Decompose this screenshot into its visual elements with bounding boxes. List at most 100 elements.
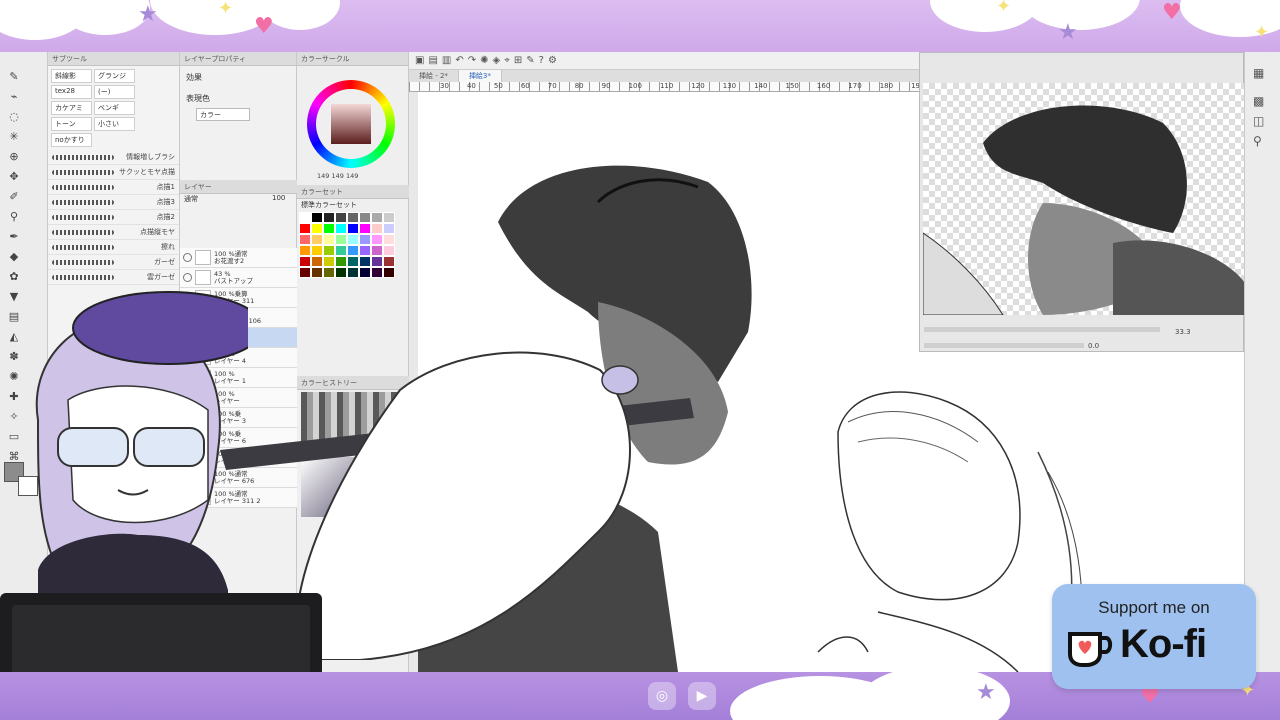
brush-item[interactable]: 点描3: [48, 195, 179, 210]
color-swatch[interactable]: [299, 223, 311, 234]
color-swatch[interactable]: [347, 212, 359, 223]
visibility-eye-icon[interactable]: [183, 253, 192, 262]
search-icon[interactable]: ⚲: [1253, 134, 1272, 148]
color-swatch[interactable]: [335, 212, 347, 223]
brush-item[interactable]: 点描2: [48, 210, 179, 225]
layer-row[interactable]: 100 %通常 お花渡す2: [180, 248, 297, 268]
color-swatch[interactable]: [371, 256, 383, 267]
color-swatch[interactable]: [359, 212, 371, 223]
color-swatch[interactable]: [371, 223, 383, 234]
color-swatch[interactable]: [311, 223, 323, 234]
color-wheel[interactable]: [307, 80, 395, 168]
instagram-icon[interactable]: ◎: [648, 682, 676, 710]
brush-group-tab[interactable]: グランジ: [94, 69, 135, 83]
zoom-slider[interactable]: [924, 327, 1160, 332]
brush-tool-icon[interactable]: ✒: [5, 227, 23, 245]
color-swatch[interactable]: [311, 234, 323, 245]
opacity-value[interactable]: 100: [272, 194, 285, 202]
brush-group-tab[interactable]: トーン: [51, 117, 92, 131]
brush-item[interactable]: サクッとモヤ点描: [48, 165, 179, 180]
snap-icon[interactable]: ⊞: [514, 55, 522, 66]
brush-item[interactable]: ガーゼ: [48, 255, 179, 270]
color-swatch[interactable]: [371, 234, 383, 245]
color-swatch[interactable]: [347, 256, 359, 267]
color-swatch[interactable]: [299, 245, 311, 256]
expression-color-select[interactable]: カラー: [196, 108, 250, 121]
brush-group-tab[interactable]: 斜線影: [51, 69, 92, 83]
color-swatch[interactable]: [347, 234, 359, 245]
color-swatch[interactable]: [359, 223, 371, 234]
redo-icon[interactable]: ↷: [468, 55, 476, 66]
color-swatch[interactable]: [383, 234, 395, 245]
fill-icon[interactable]: ◈: [493, 55, 501, 66]
color-swatch[interactable]: [347, 245, 359, 256]
brush-group-tab[interactable]: noかすり: [51, 133, 92, 147]
zoom-tool-icon[interactable]: ⊕: [5, 147, 23, 165]
color-swatch[interactable]: [335, 256, 347, 267]
settings-icon[interactable]: ⚙: [548, 55, 557, 66]
color-swatch[interactable]: [347, 267, 359, 278]
youtube-icon[interactable]: ▶: [688, 682, 716, 710]
brush-group-tab[interactable]: (ー): [94, 85, 135, 99]
eraser-tool-icon[interactable]: ◆: [5, 247, 23, 265]
undo-icon[interactable]: ↶: [455, 55, 463, 66]
brush-item[interactable]: 点描1: [48, 180, 179, 195]
pencil-tool-icon[interactable]: ✐: [5, 187, 23, 205]
color-swatch[interactable]: [323, 245, 335, 256]
color-swatch[interactable]: [335, 245, 347, 256]
color-swatch[interactable]: [323, 212, 335, 223]
color-swatch[interactable]: [383, 223, 395, 234]
color-swatch[interactable]: [383, 267, 395, 278]
color-swatch[interactable]: [299, 256, 311, 267]
brush-group-tab[interactable]: 小さい: [94, 117, 135, 131]
saturation-value-square[interactable]: [331, 104, 371, 144]
open-icon[interactable]: ▤: [428, 55, 437, 66]
color-swatch[interactable]: [299, 212, 311, 223]
color-swatch[interactable]: [383, 212, 395, 223]
color-swatch[interactable]: [347, 223, 359, 234]
color-swatch[interactable]: [299, 267, 311, 278]
brush-group-tab[interactable]: ベンギ: [94, 101, 135, 115]
pen-icon[interactable]: ✎: [526, 55, 534, 66]
color-swatch[interactable]: [323, 267, 335, 278]
color-swatch[interactable]: [371, 212, 383, 223]
kofi-support-badge[interactable]: Support me on Ko-fi: [1052, 584, 1256, 689]
brush-group-tab[interactable]: tex28: [51, 85, 92, 99]
brush-item[interactable]: 点描縦モヤ: [48, 225, 179, 240]
save-icon[interactable]: ▥: [442, 55, 451, 66]
pen-tool-icon[interactable]: ✎: [5, 67, 23, 85]
new-icon[interactable]: ▣: [415, 55, 424, 66]
clear-icon[interactable]: ✺: [480, 55, 488, 66]
blend-mode-select[interactable]: 通常: [184, 194, 198, 204]
color-swatch[interactable]: [311, 256, 323, 267]
brush-item[interactable]: 擦れ: [48, 240, 179, 255]
transform-icon[interactable]: ⌖: [504, 55, 510, 66]
info-icon[interactable]: ◫: [1253, 114, 1272, 128]
color-swatch[interactable]: [335, 234, 347, 245]
tab-canvas-1[interactable]: 挿絵 - 2*: [409, 70, 459, 82]
brush-group-tab[interactable]: カケアミ: [51, 101, 92, 115]
color-swatch[interactable]: [359, 256, 371, 267]
color-swatch[interactable]: [371, 267, 383, 278]
eyedropper-tool-icon[interactable]: ⌁: [5, 87, 23, 105]
rotation-slider[interactable]: [924, 343, 1084, 348]
color-swatch[interactable]: [335, 267, 347, 278]
move-tool-icon[interactable]: ✥: [5, 167, 23, 185]
sub-view-icon[interactable]: ▩: [1253, 94, 1272, 108]
color-swatch[interactable]: [371, 245, 383, 256]
color-swatch[interactable]: [323, 234, 335, 245]
color-swatch[interactable]: [311, 212, 323, 223]
magic-wand-tool-icon[interactable]: ✳: [5, 127, 23, 145]
color-swatch[interactable]: [359, 245, 371, 256]
navigator-icon[interactable]: ▦: [1253, 66, 1272, 80]
color-set-name[interactable]: 標準カラーセット: [301, 200, 357, 210]
color-swatch[interactable]: [359, 267, 371, 278]
color-swatch[interactable]: [335, 223, 347, 234]
color-swatch[interactable]: [311, 267, 323, 278]
brush-item[interactable]: 情報増しブラシ: [48, 150, 179, 165]
help-icon[interactable]: ?: [539, 55, 544, 66]
color-swatch[interactable]: [383, 256, 395, 267]
color-swatch[interactable]: [359, 234, 371, 245]
color-swatch[interactable]: [311, 245, 323, 256]
tab-canvas-2[interactable]: 挿絵3*: [458, 70, 502, 82]
